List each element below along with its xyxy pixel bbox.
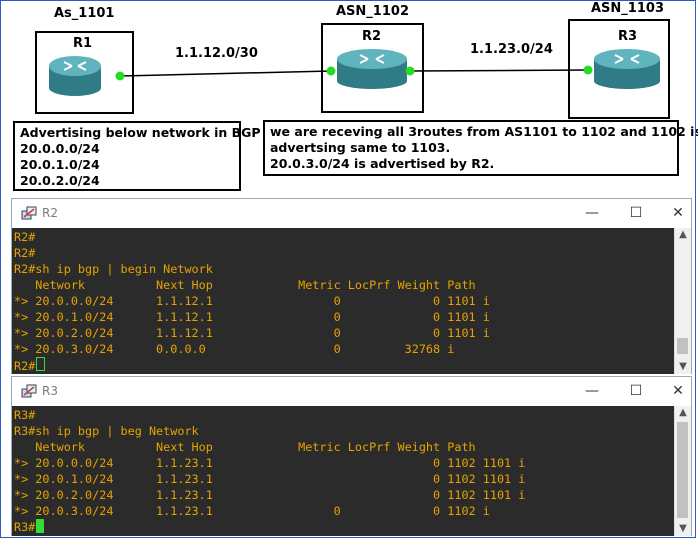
note-advertised-networks: Advertising below network in BGP 20.0.0.… [13,121,261,191]
as-label-1102: ASN_1102 [336,4,409,19]
scroll-up-arrow-icon[interactable]: ▲ [675,406,691,420]
terminal-prompt-line: R2# [14,357,46,374]
router-label-r2: R2 [362,29,382,44]
terminal-line: *> 20.0.3.0/24 0.0.0.0 0 32768 i [14,342,455,356]
minimize-button[interactable]: — [578,202,606,224]
terminal-line: *> 20.0.0.0/24 1.1.12.1 0 0 1101 i [14,294,490,308]
network-topology: As_1101 ASN_1102 ASN_1103 R1 R2 R3 1.1.1… [0,0,698,196]
terminal-line: R3# [14,408,36,422]
title-bar-r2[interactable]: R2 — ☐ ✕ [12,199,691,228]
terminal-line: R2# [14,246,36,260]
note-route-propagation: we are receving all 3routes from AS1101 … [263,120,698,176]
note-left-line: 20.0.2.0/24 [20,173,100,188]
scroll-thumb[interactable] [677,338,688,354]
router-label-r3: R3 [618,29,638,44]
terminal-line: R3#sh ip bgp | beg Network [14,424,199,438]
router-icon-r3[interactable] [594,49,660,89]
window-title-r3: R3 [42,384,58,398]
minimize-button[interactable]: — [578,380,606,402]
port-dot-r2-right [405,66,415,76]
terminal-window-r3[interactable]: R3 — ☐ ✕ R3# R3#sh ip bgp | beg Network … [11,376,692,536]
close-button[interactable]: ✕ [664,202,692,224]
terminal-output-r3[interactable]: R3# R3#sh ip bgp | beg Network Network N… [12,406,691,536]
terminal-prompt: R2# [14,359,36,373]
terminal-line: *> 20.0.1.0/24 1.1.23.1 0 1102 1101 i [14,472,526,486]
port-dot-r2-left [326,66,336,76]
note-left-line: 20.0.1.0/24 [20,157,100,172]
terminal-line: *> 20.0.1.0/24 1.1.12.1 0 0 1101 i [14,310,490,324]
link-label-r1-r2: 1.1.12.0/30 [175,46,258,61]
scrollbar-r3[interactable]: ▲ ▼ [674,406,691,536]
close-button[interactable]: ✕ [664,380,692,402]
link-label-r2-r3: 1.1.23.0/24 [470,42,553,57]
note-left-title: Advertising below network in BGP [20,125,261,140]
terminal-line: *> 20.0.2.0/24 1.1.23.1 0 1102 1101 i [14,488,526,502]
port-dot-r1 [115,71,125,81]
note-right-line: 20.0.3.0/24 is advertised by R2. [270,156,495,171]
router-label-r1: R1 [73,36,93,51]
putty-icon [21,206,37,220]
scrollbar-r2[interactable]: ▲ ▼ [674,228,691,374]
terminal-line: Network Next Hop Metric LocPrf Weight Pa… [14,278,476,292]
terminal-prompt-line: R3# [14,519,45,535]
terminal-output-r2[interactable]: R2# R2# R2#sh ip bgp | begin Network Net… [12,228,691,374]
terminal-line: Network Next Hop Metric LocPrf Weight Pa… [14,440,476,454]
as-label-1103: ASN_1103 [591,1,664,16]
scroll-up-arrow-icon[interactable]: ▲ [675,228,691,242]
title-bar-r3[interactable]: R3 — ☐ ✕ [12,377,691,406]
port-dot-r3 [583,65,593,75]
link-r1-r2 [119,70,332,77]
scroll-down-arrow-icon[interactable]: ▼ [675,522,691,536]
window-title-r2: R2 [42,206,58,220]
terminal-line: R2# [14,230,36,244]
note-right-line: advertsing same to 1103. [270,140,451,155]
maximize-button[interactable]: ☐ [622,380,650,402]
scroll-down-arrow-icon[interactable]: ▼ [675,360,691,374]
terminal-line: *> 20.0.0.0/24 1.1.23.1 0 1102 1101 i [14,456,526,470]
router-icon-r2[interactable] [337,49,407,89]
text-cursor [36,519,45,533]
terminal-line: *> 20.0.3.0/24 1.1.23.1 0 0 1102 i [14,504,490,518]
terminal-prompt: R3# [14,520,36,534]
terminal-line: *> 20.0.2.0/24 1.1.12.1 0 0 1101 i [14,326,490,340]
scroll-thumb[interactable] [677,422,688,518]
putty-icon [21,384,37,398]
note-right-line: we are receving all 3routes from AS1101 … [270,124,698,139]
terminal-window-r2[interactable]: R2 — ☐ ✕ R2# R2# R2#sh ip bgp | begin Ne… [11,198,692,374]
text-cursor [36,357,46,371]
router-icon-r1[interactable] [49,56,101,96]
terminal-line: R2#sh ip bgp | begin Network [14,262,213,276]
maximize-button[interactable]: ☐ [622,202,650,224]
link-r2-r3 [409,69,589,72]
as-label-1101: As_1101 [54,6,115,21]
note-left-line: 20.0.0.0/24 [20,141,100,156]
